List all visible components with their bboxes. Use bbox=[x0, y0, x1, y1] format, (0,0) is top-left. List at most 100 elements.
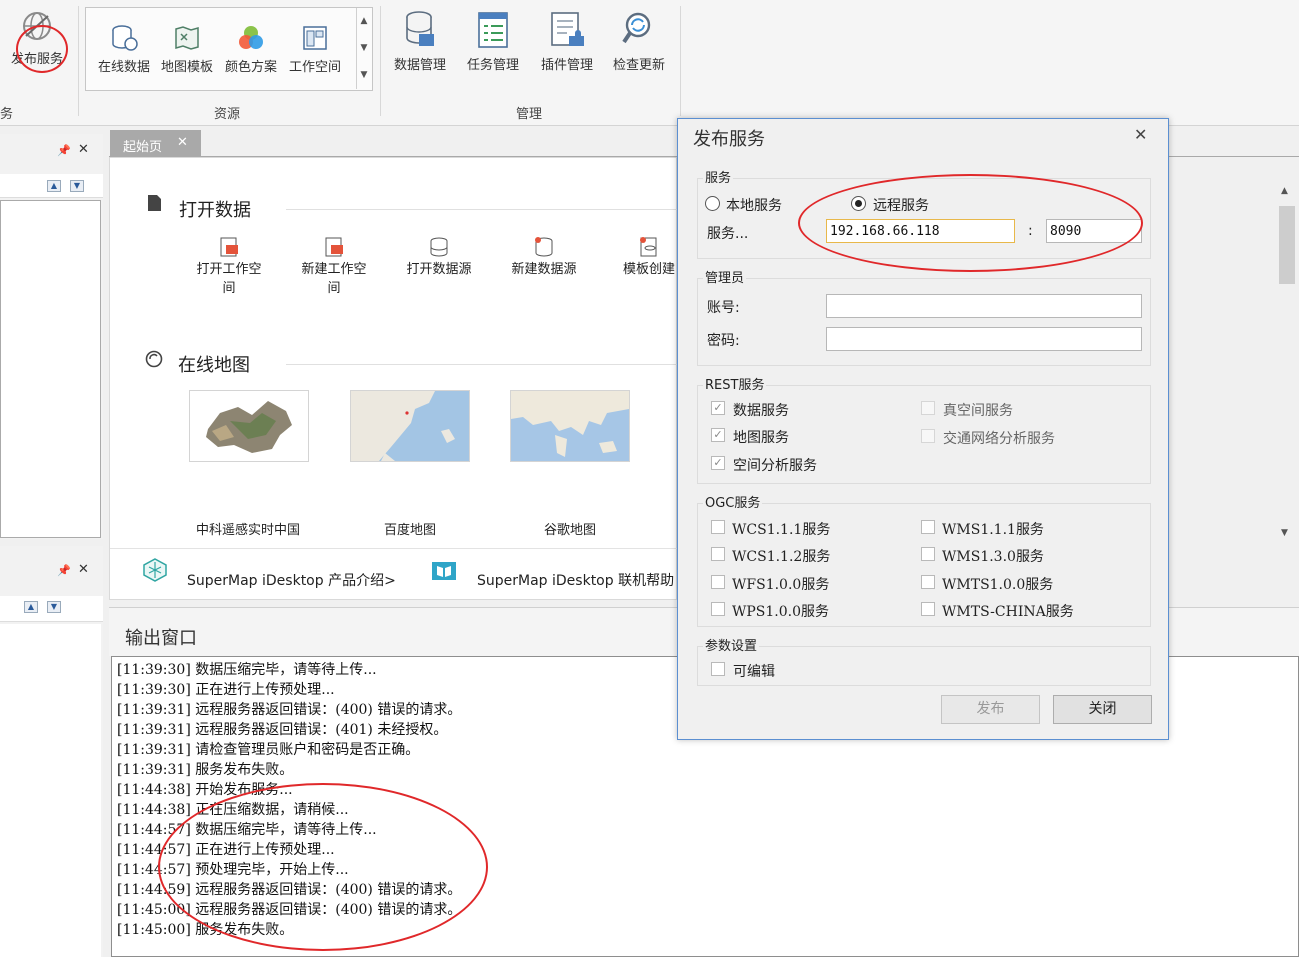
traffic-network-checkbox[interactable] bbox=[921, 429, 935, 443]
wmts100-checkbox[interactable] bbox=[921, 575, 935, 589]
wps100-checkbox[interactable] bbox=[711, 602, 725, 616]
wms111-checkbox[interactable] bbox=[921, 520, 935, 534]
new-datasource-line1: 新建数据源 bbox=[511, 262, 577, 277]
china-map-image bbox=[190, 391, 308, 461]
layer-manager-panel: 📌 ✕ ▲ ▼ bbox=[0, 546, 103, 957]
arrow-down-icon[interactable]: ▼ bbox=[47, 601, 61, 613]
data-service-checkbox[interactable]: ✓ bbox=[711, 401, 725, 415]
open-workspace-action[interactable]: 打开工作空 间 bbox=[184, 236, 274, 298]
close-icon[interactable]: ✕ bbox=[1134, 125, 1147, 144]
tab-start-page[interactable]: 起始页 ✕ bbox=[110, 130, 201, 157]
check-update-button[interactable]: 检查更新 bbox=[606, 10, 672, 73]
annotation-circle bbox=[798, 174, 1143, 272]
new-workspace-line2: 间 bbox=[327, 281, 341, 296]
publish-button[interactable]: 发布 bbox=[941, 695, 1040, 724]
gallery-scroll-up[interactable]: ▲ bbox=[356, 8, 371, 35]
map-thumbnail-china[interactable] bbox=[189, 390, 309, 462]
editable-label: 可编辑 bbox=[733, 664, 775, 680]
arrow-up-icon[interactable]: ▲ bbox=[47, 180, 61, 192]
open-datasource-action[interactable]: 打开数据源 bbox=[394, 236, 484, 279]
open-workspace-line2: 间 bbox=[222, 281, 236, 296]
editable-checkbox[interactable] bbox=[711, 662, 725, 676]
map-label-china: 中科遥感实时中国 bbox=[195, 523, 300, 538]
admin-group-label: 管理员 bbox=[703, 267, 747, 286]
admin-group bbox=[697, 278, 1151, 366]
globe-icon bbox=[145, 350, 163, 368]
dialog-title: 发布服务 bbox=[693, 129, 765, 150]
annotation-circle bbox=[16, 25, 68, 73]
arrow-down-icon[interactable]: ▼ bbox=[70, 180, 84, 192]
map-service-checkbox[interactable]: ✓ bbox=[711, 428, 725, 442]
close-button[interactable]: 关闭 bbox=[1053, 695, 1152, 724]
map-thumbnail-baidu[interactable] bbox=[350, 390, 470, 462]
pin-icon[interactable]: 📌 bbox=[57, 144, 71, 157]
account-label: 账号: bbox=[707, 300, 740, 316]
check-update-label: 检查更新 bbox=[612, 58, 665, 73]
plugin-management-button[interactable]: 插件管理 bbox=[534, 10, 600, 73]
spatial-analysis-checkbox[interactable]: ✓ bbox=[711, 456, 725, 470]
scroll-down-icon[interactable]: ▼ bbox=[1281, 528, 1288, 538]
document-scrollbar[interactable]: ▲ ▼ bbox=[1277, 182, 1297, 544]
task-management-label: 任务管理 bbox=[466, 58, 519, 73]
local-service-radio[interactable] bbox=[705, 196, 720, 211]
database-icon bbox=[430, 237, 448, 257]
workspace-manager-panel: 📌 ✕ ▲ ▼ bbox=[0, 134, 103, 539]
annotation-circle bbox=[158, 783, 488, 951]
document-icon bbox=[148, 195, 161, 211]
ribbon: 发布服务 务 在线数据 地图模板 颜色方案 工作空间 ▲ ▼ ▼ 资源 数据管理… bbox=[0, 0, 1299, 126]
workspace-icon bbox=[303, 26, 327, 50]
data-management-button[interactable]: 数据管理 bbox=[388, 10, 452, 73]
close-icon[interactable]: ✕ bbox=[78, 142, 89, 157]
log-line: [11:39:31] 请检查管理员账户和密码是否正确。 bbox=[117, 742, 420, 758]
color-scheme-icon bbox=[239, 26, 263, 49]
layer-tree[interactable] bbox=[0, 624, 101, 957]
map-label-baidu: 百度地图 bbox=[383, 523, 436, 538]
wfs100-checkbox[interactable] bbox=[711, 575, 725, 589]
real-space-checkbox[interactable] bbox=[921, 401, 935, 415]
plugin-icon bbox=[551, 12, 584, 46]
scroll-thumb[interactable] bbox=[1279, 206, 1295, 284]
task-list-icon bbox=[478, 12, 508, 48]
publish-group-label: 务 bbox=[0, 107, 14, 122]
new-datasource-action[interactable]: 新建数据源 bbox=[499, 236, 589, 279]
workspace-tree[interactable] bbox=[0, 200, 101, 538]
map-template-button[interactable]: 地图模板 bbox=[156, 24, 218, 75]
online-data-button[interactable]: 在线数据 bbox=[92, 24, 156, 75]
wcs111-label: WCS1.1.1服务 bbox=[732, 522, 831, 538]
database-icon bbox=[406, 11, 434, 46]
account-input[interactable] bbox=[826, 294, 1142, 318]
wms111-label: WMS1.1.1服务 bbox=[942, 522, 1044, 538]
real-space-label: 真空间服务 bbox=[943, 403, 1013, 419]
wmts-china-label: WMTS-CHINA服务 bbox=[942, 604, 1074, 620]
gallery-scroll-down[interactable]: ▼ bbox=[356, 35, 371, 62]
password-input[interactable] bbox=[826, 327, 1142, 351]
gallery-expand[interactable]: ▼ bbox=[356, 62, 371, 89]
param-group-label: 参数设置 bbox=[703, 635, 760, 654]
scroll-up-icon[interactable]: ▲ bbox=[1281, 186, 1288, 196]
close-icon[interactable]: ✕ bbox=[177, 135, 188, 150]
open-workspace-line1: 打开工作空 bbox=[196, 262, 262, 277]
wms130-checkbox[interactable] bbox=[921, 547, 935, 561]
online-map-title: 在线地图 bbox=[178, 355, 250, 376]
baidu-map-image bbox=[351, 391, 469, 461]
wcs111-checkbox[interactable] bbox=[711, 520, 725, 534]
online-help-icon bbox=[432, 562, 456, 580]
wcs112-checkbox[interactable] bbox=[711, 547, 725, 561]
product-intro-link[interactable]: SuperMap iDesktop 产品介绍> bbox=[187, 570, 396, 590]
wmts-china-checkbox[interactable] bbox=[921, 602, 935, 616]
new-workspace-action[interactable]: 新建工作空 间 bbox=[289, 236, 379, 298]
service-address-label: 服务... bbox=[707, 226, 749, 242]
tab-start-label: 起始页 bbox=[123, 140, 163, 155]
task-management-button[interactable]: 任务管理 bbox=[460, 10, 526, 73]
online-help-link[interactable]: SuperMap iDesktop 联机帮助 bbox=[477, 570, 674, 590]
map-thumbnail-google[interactable] bbox=[510, 390, 630, 462]
workspace-button[interactable]: 工作空间 bbox=[283, 24, 347, 75]
search-refresh-icon bbox=[622, 12, 651, 44]
color-scheme-button[interactable]: 颜色方案 bbox=[219, 24, 283, 75]
arrow-up-icon[interactable]: ▲ bbox=[24, 601, 38, 613]
close-icon[interactable]: ✕ bbox=[78, 562, 89, 577]
open-data-title: 打开数据 bbox=[179, 200, 251, 221]
ogc-group-label: OGC服务 bbox=[703, 492, 763, 511]
resources-group-label: 资源 bbox=[214, 107, 241, 122]
pin-icon[interactable]: 📌 bbox=[57, 564, 71, 577]
